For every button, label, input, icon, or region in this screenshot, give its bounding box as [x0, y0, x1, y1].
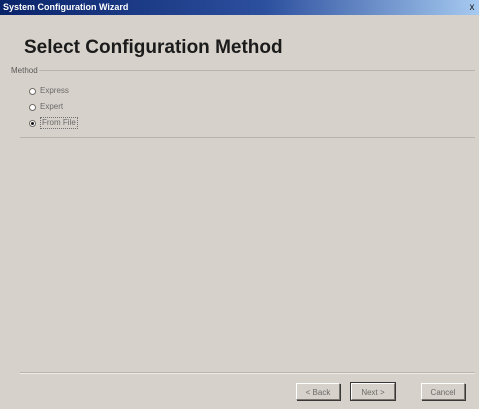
title-bar[interactable]: System Configuration Wizard x: [0, 0, 479, 15]
window-title: System Configuration Wizard: [3, 2, 129, 12]
radio-button[interactable]: [29, 103, 36, 111]
next-button[interactable]: Next >: [350, 382, 396, 401]
radio-button-selected[interactable]: [29, 119, 36, 127]
radio-label: From File: [40, 117, 78, 129]
page-title: Select Configuration Method: [24, 37, 283, 58]
button-separator: [20, 372, 475, 374]
close-icon[interactable]: x: [466, 1, 478, 14]
radio-option-from-file[interactable]: From File: [29, 117, 78, 129]
back-button[interactable]: < Back: [296, 383, 340, 400]
wizard-window: System Configuration Wizard x Select Con…: [0, 0, 479, 409]
radio-option-express[interactable]: Express: [29, 85, 69, 97]
radio-label: Express: [40, 86, 69, 95]
method-group: [20, 70, 475, 138]
radio-label: Expert: [40, 102, 64, 111]
cancel-button[interactable]: Cancel: [421, 383, 465, 400]
method-group-label: Method: [10, 66, 39, 76]
radio-button[interactable]: [29, 87, 36, 95]
radio-option-expert[interactable]: Expert: [29, 101, 63, 113]
